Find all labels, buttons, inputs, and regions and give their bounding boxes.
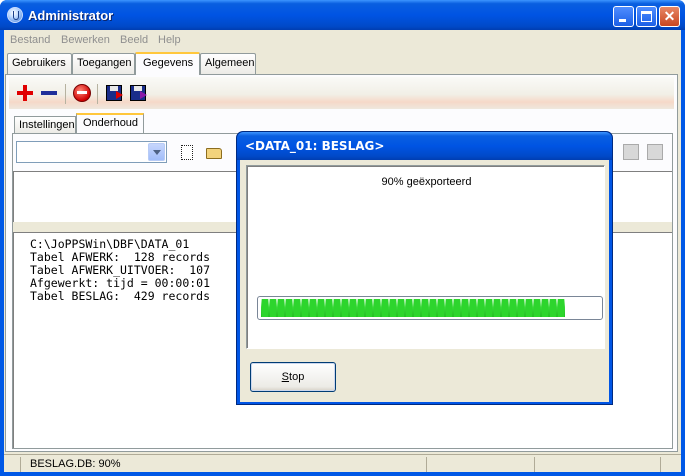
dialog-body: 90% geëxporteerd Stop xyxy=(240,160,609,402)
menu-beeld[interactable]: Beeld xyxy=(120,34,148,46)
tab-gegevens[interactable]: Gegevens xyxy=(135,52,200,75)
progress-fill xyxy=(261,299,566,317)
status-bar: BESLAG.DB: 90% xyxy=(4,454,681,472)
tab-gebruikers[interactable]: Gebruikers xyxy=(7,53,72,74)
status-separator xyxy=(534,457,535,472)
subtab-instellingen[interactable]: Instellingen xyxy=(14,116,76,133)
app-icon xyxy=(7,7,23,23)
add-icon[interactable] xyxy=(15,82,37,104)
close-icon: ✕ xyxy=(663,8,676,24)
toolbar-separator xyxy=(97,84,98,104)
remove-icon[interactable] xyxy=(39,82,61,104)
stop-label-rest: top xyxy=(289,371,305,383)
new-document-icon[interactable] xyxy=(181,145,193,160)
dialog-title-bar[interactable]: <DATA_01: BESLAG> xyxy=(237,132,612,160)
minimize-icon xyxy=(619,19,626,22)
tab-algemeen[interactable]: Algemeen xyxy=(200,53,256,74)
stop-button[interactable]: Stop xyxy=(250,362,336,392)
chevron-down-icon[interactable] xyxy=(148,143,165,161)
database-combo[interactable] xyxy=(16,141,167,163)
copy-disabled-icon[interactable] xyxy=(623,144,639,160)
progress-track xyxy=(261,299,599,317)
menu-help[interactable]: Help xyxy=(158,34,181,46)
stop-mnemonic: S xyxy=(281,371,290,383)
progress-message: 90% geëxporteerd xyxy=(381,176,472,188)
menu-bar: Bestand Bewerken Beeld Help xyxy=(4,30,681,50)
export-progress-dialog: <DATA_01: BESLAG> 90% geëxporteerd Stop xyxy=(236,131,613,405)
title-bar[interactable]: Administrator ✕ xyxy=(0,0,685,30)
progress-area: 90% geëxporteerd xyxy=(246,165,605,349)
maximize-button[interactable] xyxy=(636,6,657,27)
progress-bar xyxy=(257,296,603,320)
tab-toegangen[interactable]: Toegangen xyxy=(72,53,135,74)
save-import-icon[interactable] xyxy=(130,85,147,101)
save-export-icon[interactable] xyxy=(106,85,123,101)
paste-disabled-icon[interactable] xyxy=(647,144,663,160)
minimize-button[interactable] xyxy=(613,6,634,27)
status-separator xyxy=(426,457,427,472)
toolbar-separator xyxy=(65,84,66,104)
toolbar xyxy=(9,77,674,109)
open-folder-icon[interactable] xyxy=(206,148,222,159)
status-text: BESLAG.DB: 90% xyxy=(30,458,121,470)
status-separator xyxy=(660,457,661,472)
main-tabs: Gebruikers Toegangen Gegevens Algemeen xyxy=(4,52,681,75)
subtab-onderhoud[interactable]: Onderhoud xyxy=(76,113,144,133)
stop-icon[interactable] xyxy=(73,84,91,102)
status-separator xyxy=(20,457,21,472)
maximize-icon xyxy=(641,11,652,22)
dialog-title: <DATA_01: BESLAG> xyxy=(245,139,385,153)
menu-bestand[interactable]: Bestand xyxy=(10,34,50,46)
window-title: Administrator xyxy=(28,8,114,23)
menu-bewerken[interactable]: Bewerken xyxy=(61,34,110,46)
close-button[interactable]: ✕ xyxy=(659,6,680,27)
